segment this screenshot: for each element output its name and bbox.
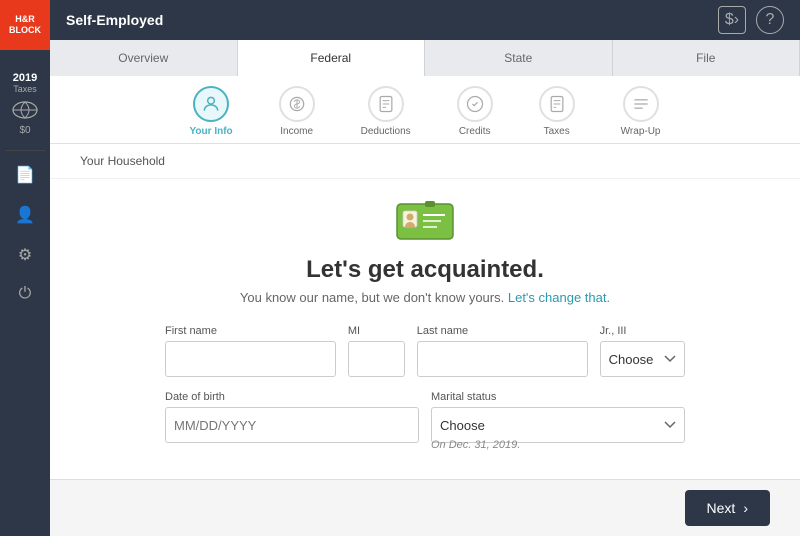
name-row: First name MI Last name Jr., III Choose … — [165, 325, 685, 377]
content-area: Your Household Let's get acquainted. You… — [50, 144, 800, 479]
last-name-input[interactable] — [417, 341, 588, 377]
sub-nav-wrap-up[interactable]: Wrap-Up — [613, 86, 669, 137]
app-title: Self-Employed — [66, 12, 708, 28]
sidebar: H&RBLOCK 2019 Taxes $0 📄 👤 ⚙ ⏻ — [0, 0, 50, 536]
dob-input[interactable] — [165, 407, 419, 443]
main-content: Self-Employed $› ? Overview Federal Stat… — [50, 0, 800, 536]
tab-file[interactable]: File — [613, 40, 800, 76]
credits-icon — [457, 86, 493, 122]
dob-label: Date of birth — [165, 391, 419, 403]
sidebar-year: 2019 — [11, 72, 39, 84]
mi-group: MI — [348, 325, 405, 377]
map-icon — [11, 100, 39, 120]
wrap-up-icon — [623, 86, 659, 122]
sub-nav-wrap-up-label: Wrap-Up — [621, 126, 661, 137]
marital-label: Marital status — [431, 391, 685, 403]
sidebar-logo-text: H&RBLOCK — [9, 14, 41, 36]
tab-state[interactable]: State — [425, 40, 613, 76]
sub-nav-deductions-label: Deductions — [361, 126, 411, 137]
sub-nav-taxes-label: Taxes — [544, 126, 570, 137]
sidebar-gear-icon[interactable]: ⚙ — [18, 245, 32, 265]
change-link[interactable]: Let's change that. — [508, 290, 610, 305]
sub-nav: Your Info Income Deductions — [50, 76, 800, 144]
help-icon[interactable]: ? — [756, 6, 784, 34]
last-name-group: Last name — [417, 325, 588, 377]
marital-hint: On Dec. 31, 2019. — [431, 439, 685, 451]
deductions-icon — [368, 86, 404, 122]
dob-marital-row: Date of birth Marital status Choose Sing… — [165, 391, 685, 457]
sub-nav-credits[interactable]: Credits — [449, 86, 501, 137]
sidebar-logo: H&RBLOCK — [0, 0, 50, 50]
dob-group: Date of birth — [165, 391, 419, 457]
sidebar-divider — [5, 150, 45, 151]
nav-tabs: Overview Federal State File — [50, 40, 800, 76]
jr-group: Jr., III Choose Jr. Sr. II III IV — [600, 325, 685, 377]
sub-nav-deductions[interactable]: Deductions — [353, 86, 419, 137]
sub-heading: You know our name, but we don't know you… — [240, 290, 610, 305]
sub-nav-income-label: Income — [280, 126, 313, 137]
sub-nav-income[interactable]: Income — [271, 86, 323, 137]
your-info-icon — [193, 86, 229, 122]
next-arrow: › — [743, 500, 748, 516]
sub-nav-taxes[interactable]: Taxes — [531, 86, 583, 137]
first-name-input[interactable] — [165, 341, 336, 377]
sidebar-power-icon[interactable]: ⏻ — [19, 285, 32, 303]
id-card-icon — [395, 199, 455, 244]
sub-nav-your-info[interactable]: Your Info — [182, 86, 241, 137]
marital-group: Marital status Choose Single Married Fil… — [431, 391, 685, 457]
footer: Next › — [50, 479, 800, 536]
main-heading: Let's get acquainted. — [306, 256, 544, 284]
breadcrumb: Your Household — [50, 144, 800, 179]
jr-select[interactable]: Choose Jr. Sr. II III IV — [600, 341, 685, 377]
topbar: Self-Employed $› ? — [50, 0, 800, 40]
sidebar-amount: $0 — [11, 125, 39, 136]
first-name-group: First name — [165, 325, 336, 377]
tab-overview[interactable]: Overview — [50, 40, 238, 76]
sidebar-doc-icon[interactable]: 📄 — [15, 165, 35, 185]
sidebar-person-icon[interactable]: 👤 — [15, 205, 35, 225]
jr-label: Jr., III — [600, 325, 685, 337]
sub-nav-your-info-label: Your Info — [190, 126, 233, 137]
next-button[interactable]: Next › — [685, 490, 770, 526]
form-area: Let's get acquainted. You know our name,… — [50, 179, 800, 479]
next-label: Next — [707, 500, 736, 516]
last-name-label: Last name — [417, 325, 588, 337]
taxes-icon — [539, 86, 575, 122]
marital-select[interactable]: Choose Single Married Filing Jointly Mar… — [431, 407, 685, 443]
first-name-label: First name — [165, 325, 336, 337]
dollar-icon[interactable]: $› — [718, 6, 746, 34]
mi-input[interactable] — [348, 341, 405, 377]
sub-nav-credits-label: Credits — [459, 126, 491, 137]
income-icon — [279, 86, 315, 122]
sidebar-taxes-label: Taxes — [11, 84, 39, 94]
tab-federal[interactable]: Federal — [238, 40, 426, 76]
mi-label: MI — [348, 325, 405, 337]
